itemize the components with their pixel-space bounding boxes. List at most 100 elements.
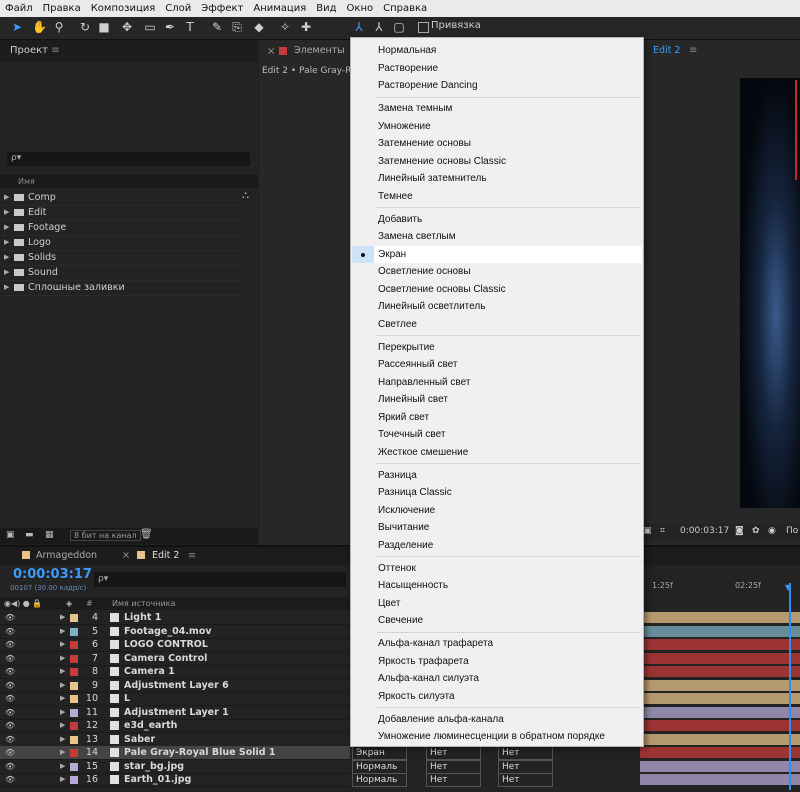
blend-mode-item[interactable]: Рассеянный свет [352,356,642,373]
layer-label-color[interactable] [70,735,78,744]
visibility-eye-icon[interactable]: 👁 [5,652,15,665]
panel-menu-icon[interactable]: ≡ [188,549,196,563]
layer-row[interactable]: 👁 ▶ 9 Adjustment Layer 6 [0,679,350,693]
blend-mode-item[interactable]: Линейный осветлитель [352,298,642,315]
expand-triangle-icon[interactable]: ▶ [60,638,65,651]
expand-triangle-icon[interactable]: ▶ [4,280,9,295]
layer-label-color[interactable] [70,762,78,771]
parent-select[interactable]: Нет [498,746,553,760]
color-icon[interactable]: ✿ [752,526,760,536]
blend-mode-item[interactable]: Добавление альфа-канала [352,711,642,728]
layer-label-color[interactable] [70,708,78,717]
track-matte-select[interactable]: Нет [426,746,481,760]
blend-mode-item[interactable]: Линейный затемнитель [352,170,642,187]
blend-mode-select[interactable]: Экран [352,746,407,760]
layer-label-color[interactable] [70,695,78,703]
layer-label-color[interactable] [70,776,78,784]
blend-mode-item[interactable]: Разница Classic [352,484,642,501]
expand-triangle-icon[interactable]: ▶ [4,190,9,205]
new-comp-icon[interactable]: ▦ [45,530,54,540]
flowchart-icon[interactable]: ⛬ [242,190,249,201]
expand-triangle-icon[interactable]: ▶ [60,679,65,692]
project-folder[interactable]: ▶ Comp [0,190,240,206]
expand-triangle-icon[interactable]: ▶ [4,265,9,280]
visibility-eye-icon[interactable]: 👁 [5,706,15,719]
expand-triangle-icon[interactable]: ▶ [4,220,9,235]
blend-mode-item[interactable]: Затемнение основы [352,135,642,152]
axis-view-icon[interactable]: ▢ [392,20,406,34]
visibility-eye-icon[interactable]: 👁 [5,665,15,678]
expand-triangle-icon[interactable]: ▶ [60,733,65,746]
hand-tool-icon[interactable]: ✋ [32,20,47,34]
layer-row[interactable]: 👁 ▶ 4 Light 1 [0,611,350,625]
project-folder[interactable]: ▶ Edit [0,205,240,221]
region-icon[interactable]: ▣ [643,526,652,536]
blend-mode-item[interactable]: Жесткое смешение [352,444,642,461]
layer-label-color[interactable] [70,614,78,622]
layer-track-bar[interactable] [640,625,800,637]
blend-mode-item[interactable]: Умножение [352,118,642,135]
menu-7[interactable]: Окно [342,3,379,14]
blend-mode-item[interactable]: Направленный свет [352,374,642,391]
expand-triangle-icon[interactable]: ▶ [60,719,65,732]
expand-triangle-icon[interactable]: ▶ [60,773,65,786]
trash-icon[interactable]: 🗑 [140,529,153,540]
track-matte-select[interactable]: Нет [426,773,481,787]
blend-mode-item[interactable]: Разделение [352,537,642,554]
visibility-eye-icon[interactable]: 👁 [5,760,15,773]
new-folder-icon[interactable]: ▬ [25,530,34,540]
camera-tool-icon[interactable]: ■ [97,20,111,34]
blend-mode-item[interactable]: Яркий свет [352,409,642,426]
interpret-footage-icon[interactable]: ▣ [6,530,15,540]
eraser-tool-icon[interactable]: ◆ [252,20,266,34]
expand-triangle-icon[interactable]: ▶ [60,746,65,759]
blend-mode-item[interactable]: Оттенок [352,560,642,577]
visibility-eye-icon[interactable]: 👁 [5,733,15,746]
project-folder[interactable]: ▶ Solids [0,250,240,266]
axis-world-icon[interactable]: ⅄ [372,20,386,34]
blend-mode-item[interactable]: Добавить [352,211,642,228]
timeline-search-input[interactable]: ρ▾ [94,572,346,587]
selection-tool-icon[interactable]: ➤ [10,20,24,34]
blend-mode-select[interactable]: Нормаль [352,773,407,787]
close-icon[interactable]: × [122,549,130,563]
bit-depth-button[interactable]: 8 бит на канал [70,530,141,541]
zoom-tool-icon[interactable]: ⚲ [52,20,66,34]
blend-mode-item[interactable]: Линейный свет [352,391,642,408]
current-time[interactable]: 0:00:03:17 [13,567,92,582]
blend-mode-item[interactable]: Нормальная [352,42,642,59]
viewer-foot-label[interactable]: По [786,526,798,536]
visibility-eye-icon[interactable]: 👁 [5,679,15,692]
layer-row[interactable]: 👁 ▶ 12 e3d_earth [0,719,350,733]
menu-2[interactable]: Композиция [86,3,161,14]
blend-mode-item[interactable]: Вычитание [352,519,642,536]
blend-mode-item[interactable]: Исключение [352,502,642,519]
type-tool-icon[interactable]: T [183,20,197,34]
layer-track-bar[interactable] [640,666,800,677]
layer-label-color[interactable] [70,749,78,757]
pan-behind-tool-icon[interactable]: ✥ [120,20,134,34]
layer-track-bar[interactable] [640,774,800,785]
layer-row[interactable]: 👁 ▶ 10 L [0,692,350,706]
blend-mode-select[interactable]: Нормаль [352,759,407,774]
viewer-timecode[interactable]: 0:00:03:17 [680,526,729,536]
project-folder[interactable]: ▶ Logo [0,235,240,251]
blend-mode-item[interactable]: Замена темным [352,100,642,117]
layer-label-color[interactable] [70,654,78,663]
visibility-eye-icon[interactable]: 👁 [5,719,15,732]
layer-row[interactable]: 👁 ▶ 11 Adjustment Layer 1 [0,706,350,720]
layer-row[interactable]: 👁 ▶ 8 Camera 1 [0,665,350,679]
blend-mode-item[interactable]: Яркость трафарета [352,653,642,670]
expand-triangle-icon[interactable]: ▶ [60,692,65,705]
visibility-eye-icon[interactable]: 👁 [5,692,15,705]
layer-label-color[interactable] [70,641,78,649]
blend-mode-item[interactable]: Растворение Dancing [352,77,642,94]
blend-mode-item[interactable]: Темнее [352,188,642,205]
blend-mode-item[interactable]: Растворение [352,60,642,77]
visibility-eye-icon[interactable]: 👁 [5,638,15,651]
layer-row[interactable]: 👁 ▶ 6 LOGO CONTROL [0,638,350,652]
project-folder[interactable]: ▶ Сплошные заливки [0,280,240,296]
blend-mode-item[interactable]: Цвет [352,595,642,612]
layer-track-bar[interactable] [640,652,800,664]
channel-icon[interactable]: ◉ [768,526,776,536]
